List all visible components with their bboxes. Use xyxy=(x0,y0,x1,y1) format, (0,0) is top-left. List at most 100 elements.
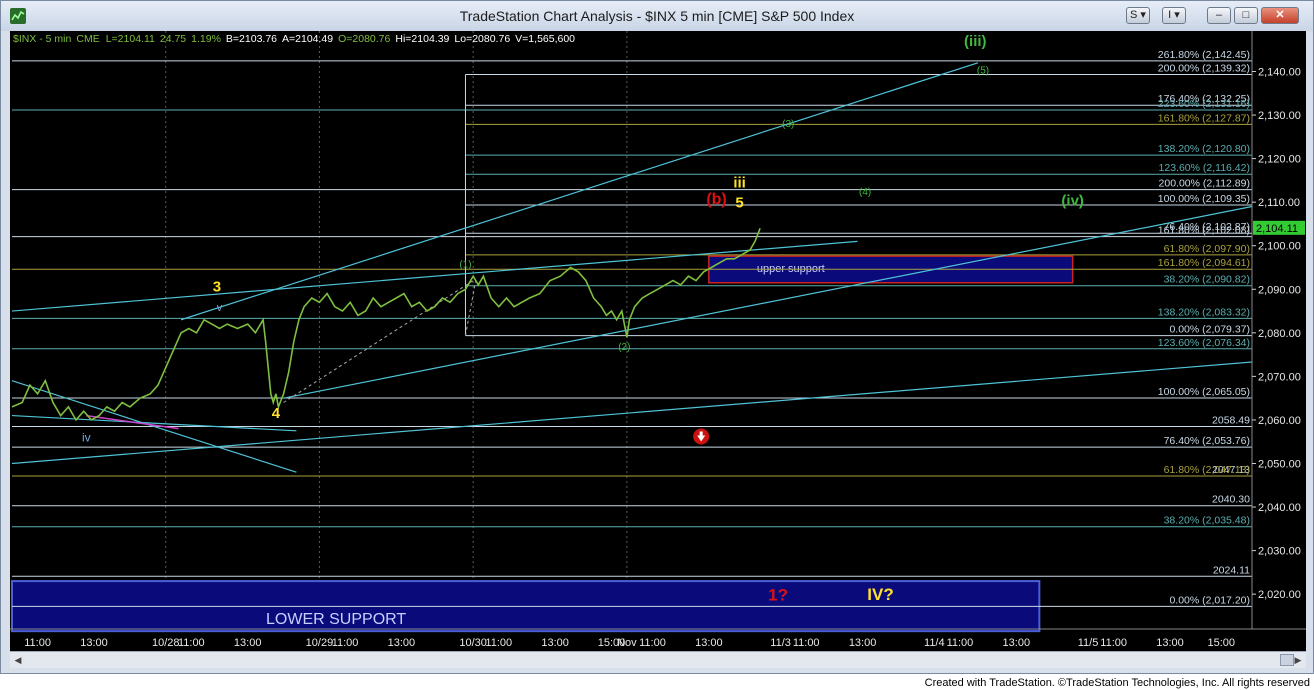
copyright-footer: Created with TradeStation. ©TradeStation… xyxy=(924,677,1310,689)
status-field: L=2104.11 xyxy=(106,33,155,45)
fib-level-label: 38.20% (2,035.48) xyxy=(1164,515,1250,527)
wave-label: 3 xyxy=(213,278,221,295)
status-field: Hi=2104.39 xyxy=(395,33,449,45)
chart-window: TradeStation Chart Analysis - $INX 5 min… xyxy=(0,0,1314,674)
wave-label: 1? xyxy=(768,586,788,605)
wave-label: (4) xyxy=(859,187,871,198)
price-axis-label: 2,040.00 xyxy=(1258,502,1301,514)
trend-line xyxy=(11,414,297,432)
scroll-left-icon[interactable]: ◀ xyxy=(12,654,24,666)
time-axis-label: 11:00 xyxy=(485,637,512,649)
price-axis-label: 2,110.00 xyxy=(1258,197,1300,209)
price-axis-label: 2,100.00 xyxy=(1258,241,1301,253)
time-axis-label: Nov xyxy=(617,637,637,649)
status-field: A=2104.49 xyxy=(282,33,333,45)
price-axis-label: 2,140.00 xyxy=(1258,66,1301,78)
fib-level-label: 200.00% (2,112.89) xyxy=(1159,178,1250,190)
fib-level-label: 76.40% (2,053.76) xyxy=(1164,435,1250,447)
fib-level-label: 223.60% (2,131.16) xyxy=(1158,98,1250,110)
price-axis-label: 2,050.00 xyxy=(1258,458,1301,470)
fib-level-label: 0.00% (2,017.20) xyxy=(1169,594,1250,606)
status-field: O=2080.76 xyxy=(338,33,390,45)
fib-level-label: 61.80% (2,047.13) xyxy=(1164,464,1250,476)
wave-label: (iii) xyxy=(964,33,987,50)
time-axis-label: 13:00 xyxy=(388,637,416,649)
time-axis-label: 11:00 xyxy=(332,637,359,649)
wave-label: (5) xyxy=(977,66,989,77)
trend-line xyxy=(283,205,1253,399)
time-axis-label: 15:00 xyxy=(1207,637,1235,649)
fib-level-label: 123.60% (2,116.42) xyxy=(1159,162,1250,174)
fib-level-label: 161.80% (2,094.61) xyxy=(1158,257,1250,269)
status-field: CME xyxy=(76,33,99,45)
time-axis-label: 13:00 xyxy=(541,637,569,649)
time-axis-label: 11/5 xyxy=(1078,637,1099,649)
time-axis-label: 13:00 xyxy=(234,637,262,649)
wave-label: iv xyxy=(82,431,91,445)
time-axis-label: 13:00 xyxy=(695,637,723,649)
time-axis-label: 11:00 xyxy=(639,637,666,649)
fib-level-label: 123.60% (2,076.34) xyxy=(1158,337,1250,349)
chart-canvas: upper supportLOWER SUPPORT261.80% (2,142… xyxy=(10,31,1306,649)
status-field: Lo=2080.76 xyxy=(454,33,510,45)
status-field: 24.75 xyxy=(160,33,186,45)
status-field: $INX - 5 min xyxy=(13,33,72,45)
wave-label: (2) xyxy=(618,342,630,353)
scroll-right-icon[interactable]: ▶ xyxy=(1292,654,1304,666)
wave-label: (3) xyxy=(782,119,794,130)
price-axis-label: 2,070.00 xyxy=(1258,371,1301,383)
fib-level-label: 61.80% (2,097.90) xyxy=(1164,243,1250,255)
s-button-label: S xyxy=(1130,9,1138,21)
price-axis-label: 2,020.00 xyxy=(1258,589,1301,601)
symbol-link-s-button[interactable]: S ▾ xyxy=(1126,7,1150,24)
time-axis-label: 10/28 xyxy=(152,637,180,649)
wave-label: IV? xyxy=(867,585,893,604)
time-axis-label: 11/4 xyxy=(924,637,945,649)
time-axis-label: 11:00 xyxy=(24,637,51,649)
minimize-button[interactable]: – xyxy=(1207,7,1231,24)
status-field: 1.19% xyxy=(191,33,221,45)
price-axis-label: 2,120.00 xyxy=(1258,154,1301,166)
fib-level-label: 100.00% (2,109.35) xyxy=(1158,193,1250,205)
support-zone-label: LOWER SUPPORT xyxy=(266,611,406,628)
wave-label: (1) xyxy=(459,259,471,270)
price-series-line xyxy=(11,228,761,422)
status-field: B=2103.76 xyxy=(226,33,277,45)
fib-level-label: 161.80% (2,127.87) xyxy=(1158,112,1250,124)
i-button-label: I xyxy=(1168,9,1172,21)
dashed-trend-line xyxy=(464,280,477,336)
symbol-status-bar: $INX - 5 min CME L=2104.11 24.75 1.19% B=2103… xyxy=(13,33,575,45)
fib-level-label: 2058.49 xyxy=(1212,415,1250,427)
price-axis-label: 2,030.00 xyxy=(1258,546,1301,558)
fib-level-label: 2024.11 xyxy=(1213,564,1250,576)
maximize-icon: □ xyxy=(1242,9,1250,21)
price-chart[interactable]: upper support LOWER SUPPORT 261.80% (2,142… xyxy=(10,31,1306,651)
time-axis-label: 11/3 xyxy=(770,637,791,649)
fib-level-label: 138.20% (2,083.32) xyxy=(1158,306,1250,318)
wave-label: (b) xyxy=(706,191,726,208)
price-axis-label: 2,060.00 xyxy=(1258,415,1301,427)
symbol-link-i-button[interactable]: I ▾ xyxy=(1162,7,1186,24)
time-axis-label: 11:00 xyxy=(178,637,205,649)
horizontal-scrollbar[interactable]: ◀ ▶ xyxy=(10,651,1306,668)
fib-level-label: 2040.30 xyxy=(1212,494,1250,506)
time-axis-label: 11:00 xyxy=(947,637,974,649)
price-axis-label: 2,130.00 xyxy=(1258,110,1301,122)
fib-level-label: 261.80% (2,142.45) xyxy=(1158,49,1250,61)
fib-level-label: 161.80% (2,102.08) xyxy=(1158,225,1250,237)
time-axis-label: 13:00 xyxy=(1003,637,1031,649)
minimize-icon: – xyxy=(1215,9,1223,21)
wave-label: iii xyxy=(733,174,746,191)
window-title: TradeStation Chart Analysis - $INX 5 min… xyxy=(459,8,855,24)
fib-level-label: 38.20% (2,090.82) xyxy=(1164,274,1250,286)
time-axis-label: 10/29 xyxy=(306,637,334,649)
close-button[interactable]: ✕ xyxy=(1261,7,1299,24)
title-bar[interactable]: TradeStation Chart Analysis - $INX 5 min… xyxy=(1,1,1313,31)
time-axis-label: 10/30 xyxy=(459,637,487,649)
fib-level-label: 138.20% (2,120.80) xyxy=(1158,143,1250,155)
last-price-label: 2,104.11 xyxy=(1256,223,1298,235)
trend-line xyxy=(11,361,1253,465)
time-axis-label: 11:00 xyxy=(1100,637,1127,649)
wave-label: (iv) xyxy=(1061,193,1084,210)
maximize-button[interactable]: □ xyxy=(1234,7,1258,24)
